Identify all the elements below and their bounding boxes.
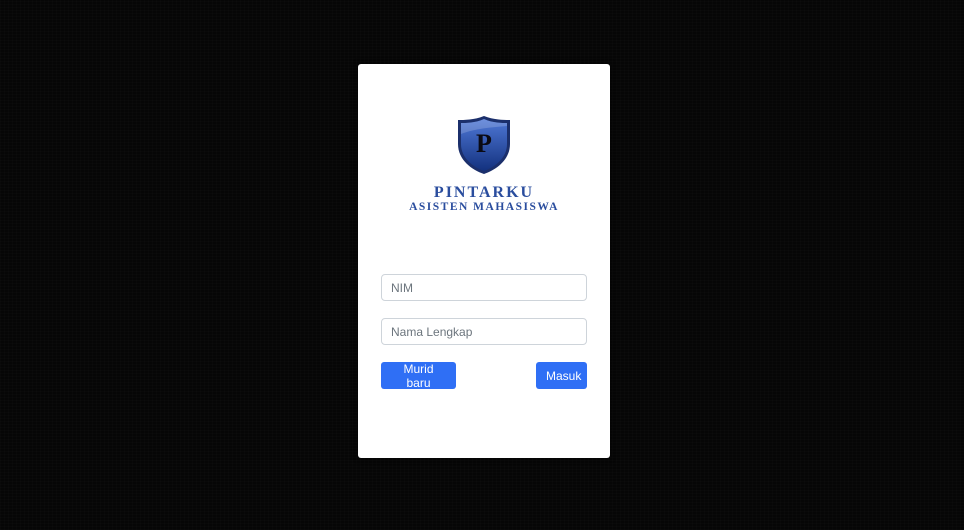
full-name-input[interactable] bbox=[381, 318, 587, 345]
logo-letter: P bbox=[476, 129, 492, 158]
login-button[interactable]: Masuk bbox=[536, 362, 587, 389]
new-student-button[interactable]: Murid baru bbox=[381, 362, 456, 390]
brand-tagline: ASISTEN MAHASISWA bbox=[409, 201, 559, 213]
login-card: P PINTARKU ASISTEN MAHASISWA Murid baru … bbox=[358, 64, 610, 458]
nim-input[interactable] bbox=[381, 274, 587, 301]
app-logo: P PINTARKU ASISTEN MAHASISWA bbox=[358, 114, 610, 214]
brand-name: PINTARKU bbox=[433, 184, 535, 201]
shield-logo-icon: P bbox=[458, 116, 510, 174]
